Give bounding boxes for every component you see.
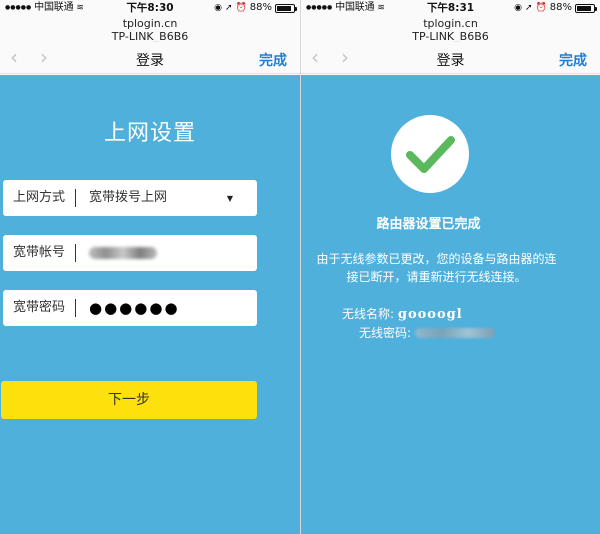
phone-right-screen: ●●●●● 中国联通 ≋ 下午8:31 ◉ ➚ ⏰ 88% tplogin.cn… <box>301 0 600 534</box>
battery-percent: 88% <box>549 2 572 13</box>
wifi-name-label: 无线名称: <box>342 307 395 321</box>
address-bar[interactable]: tplogin.cn TP-LINK_B6B6 <box>0 17 300 43</box>
success-title: 路由器设置已完成 <box>376 217 481 232</box>
connection-type-value: 宽带拨号上网 <box>89 190 168 205</box>
redacted-password <box>414 328 495 338</box>
success-panel: 路由器设置已完成 由于无线参数已更改，您的设备与路由器的连 接已断开，请重新进行… <box>301 75 600 534</box>
nav-bar: ‹ › 登录 完成 <box>301 42 600 74</box>
status-right: ◉ ➚ ⏰ 88% <box>214 0 297 16</box>
message-line: 由于无线参数已更改，您的设备与路由器的连 <box>316 252 557 266</box>
location-icon: ➚ <box>225 3 233 13</box>
dropdown-caret-icon: ▼ <box>226 194 233 203</box>
wifi-name-row: 无线名称: goooogl <box>301 305 600 322</box>
check-icon <box>406 136 455 173</box>
wifi-name-value: goooogl <box>397 307 463 322</box>
nav-title: 登录 <box>136 53 164 69</box>
broadband-account-input[interactable]: 宽带帐号 <box>3 235 257 271</box>
connection-type-select[interactable]: 上网方式 宽带拨号上网 ▼ <box>3 180 257 216</box>
alarm-icon: ⏰ <box>235 3 247 13</box>
field-label: 宽带帐号 <box>3 244 76 262</box>
page-heading: 上网设置 <box>103 121 196 146</box>
field-value: ●●●●●● <box>76 299 257 317</box>
broadband-password-input[interactable]: 宽带密码 ●●●●●● <box>3 290 257 326</box>
redacted-account <box>89 247 157 259</box>
location-icon: ➚ <box>525 3 533 13</box>
address-bar[interactable]: tplogin.cn TP-LINK_B6B6 <box>301 17 600 43</box>
nav-bar: ‹ › 登录 完成 <box>0 42 300 74</box>
url-host: tplogin.cn <box>122 17 178 30</box>
nav-title: 登录 <box>436 53 465 69</box>
status-right: ◉ ➚ ⏰ 88% <box>514 0 597 16</box>
setup-panel: 上网设置 上网方式 宽带拨号上网 ▼ 宽带帐号 宽带密码 ●●●●●● 下一步 <box>0 75 300 534</box>
screenshot-pair: ●●●●● 中国联通 ≋ 下午8:30 ◉ ➚ ⏰ 88% tplogin.cn… <box>0 0 600 534</box>
status-bar: ●●●●● 中国联通 ≋ 下午8:30 ◉ ➚ ⏰ 88% <box>0 0 300 16</box>
wifi-password-row: 无线密码: <box>301 324 600 341</box>
done-button[interactable]: 完成 <box>559 50 587 70</box>
field-value <box>76 244 257 262</box>
phone-left-screen: ●●●●● 中国联通 ≋ 下午8:30 ◉ ➚ ⏰ 88% tplogin.cn… <box>0 0 300 534</box>
next-step-button[interactable]: 下一步 <box>1 381 257 419</box>
lock-rotation-icon: ◉ <box>514 3 522 13</box>
battery-icon <box>575 3 597 13</box>
password-dots: ●●●●●● <box>89 299 180 317</box>
battery-percent: 88% <box>249 2 272 13</box>
alarm-icon: ⏰ <box>535 3 547 13</box>
message-line: 接已断开，请重新进行无线连接。 <box>346 270 527 284</box>
url-host: tplogin.cn <box>423 17 478 30</box>
status-bar: ●●●●● 中国联通 ≋ 下午8:31 ◉ ➚ ⏰ 88% <box>301 0 600 16</box>
wifi-password-label: 无线密码: <box>359 326 412 340</box>
field-label: 宽带密码 <box>3 299 76 317</box>
field-value: 宽带拨号上网 ▼ <box>76 189 257 207</box>
success-badge <box>391 115 469 193</box>
battery-icon <box>275 3 297 13</box>
field-label: 上网方式 <box>3 189 76 207</box>
reconnect-message: 由于无线参数已更改，您的设备与路由器的连 接已断开，请重新进行无线连接。 <box>301 250 600 286</box>
done-button[interactable]: 完成 <box>259 50 287 70</box>
lock-rotation-icon: ◉ <box>214 3 222 13</box>
